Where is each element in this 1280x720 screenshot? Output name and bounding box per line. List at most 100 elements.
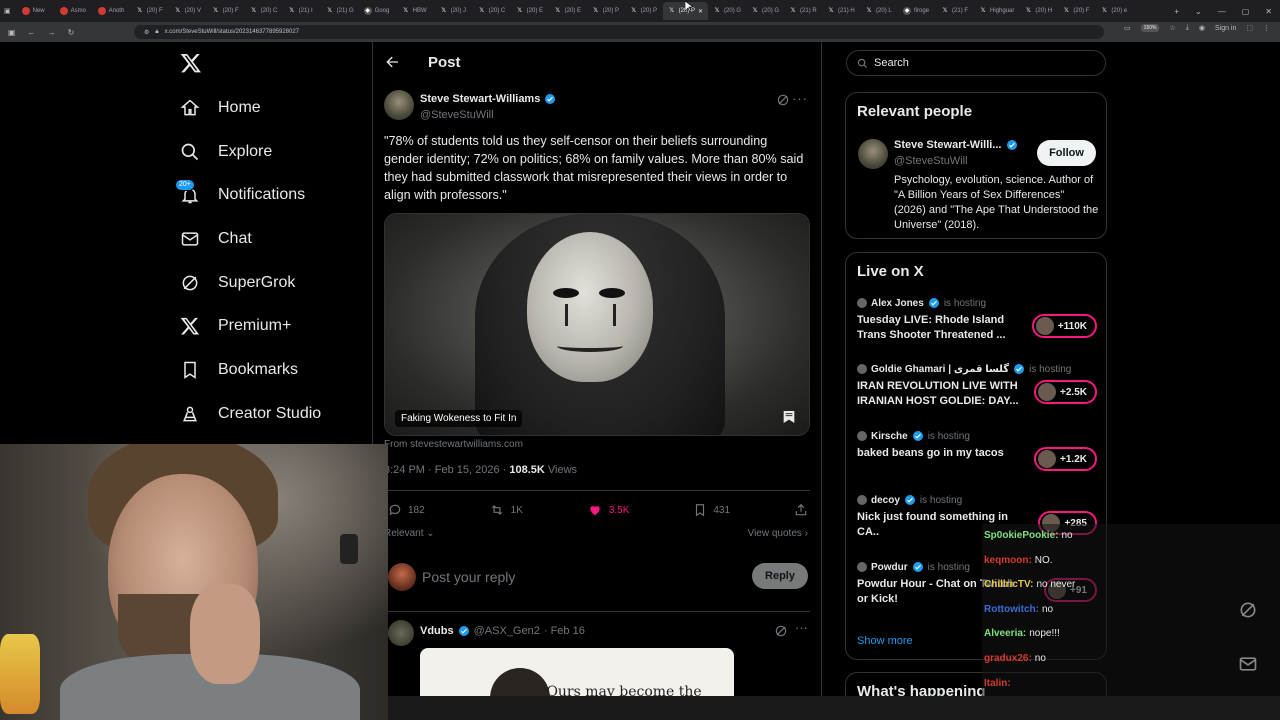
search-input[interactable]: Search bbox=[846, 50, 1106, 76]
browser-tab[interactable]: 𝕏 (20) H bbox=[1019, 2, 1057, 20]
new-tab-button[interactable]: + bbox=[1174, 7, 1179, 16]
browser-tab[interactable]: Anoth bbox=[93, 2, 131, 20]
mail-icon[interactable] bbox=[1238, 654, 1258, 674]
browser-tab[interactable]: 𝕏 (21) G bbox=[321, 2, 359, 20]
minimize-button[interactable]: — bbox=[1218, 7, 1226, 16]
browser-tab[interactable]: 𝕏 (20) E bbox=[549, 2, 587, 20]
browser-tab[interactable]: 𝕏 (20) C bbox=[473, 2, 511, 20]
relevant-person-avatar[interactable] bbox=[858, 139, 888, 169]
sidebar-toggle-icon[interactable]: ▣ bbox=[8, 28, 16, 37]
reply-tweet[interactable]: Vdubs @ASX_Gen2 · Feb 16 ··· bbox=[388, 620, 808, 650]
browser-tab[interactable]: ◆ firoge bbox=[898, 2, 936, 20]
show-more-link[interactable]: Show more bbox=[857, 635, 913, 647]
menu-icon[interactable]: ⋮ bbox=[1263, 24, 1270, 32]
listener-count-badge[interactable]: +2.5K bbox=[1034, 380, 1097, 404]
browser-tab[interactable]: 𝕏 (21) R bbox=[784, 2, 822, 20]
reply-author-row[interactable]: Vdubs @ASX_Gen2 · Feb 16 bbox=[420, 625, 585, 637]
nav-item-supergrok[interactable]: SuperGrok bbox=[178, 261, 321, 305]
live-host-name[interactable]: Goldie Ghamari | گلسا قمری bbox=[871, 364, 1009, 375]
grok-icon[interactable] bbox=[1238, 600, 1258, 620]
browser-tab[interactable]: 𝕏 (20) F bbox=[207, 2, 245, 20]
reload-icon[interactable]: ↻ bbox=[68, 28, 75, 37]
forward-icon[interactable]: → bbox=[48, 28, 56, 37]
live-item[interactable]: Alex Jones is hosting Tuesday LIVE: Rhode … bbox=[857, 297, 1097, 343]
browser-tab[interactable]: 𝕏 (20) e bbox=[1095, 2, 1133, 20]
relevant-person-handle[interactable]: @SteveStuWill bbox=[894, 155, 968, 167]
article-icon[interactable] bbox=[781, 409, 797, 425]
download-icon[interactable]: ⤓ bbox=[1186, 24, 1189, 32]
like-action[interactable]: 3.5K bbox=[587, 503, 629, 517]
address-bar[interactable]: ⚙ 🔒︎ x.com/SteveStuWill/status/202314637… bbox=[134, 25, 1104, 39]
browser-tab[interactable]: 𝕏 (21) F bbox=[936, 2, 974, 20]
cast-icon[interactable]: ▭ bbox=[1124, 24, 1131, 32]
browser-tab[interactable]: 𝕏 (20) F bbox=[131, 2, 169, 20]
close-tab-icon[interactable]: ✕ bbox=[698, 8, 703, 15]
profile-icon[interactable]: ◉ bbox=[1199, 24, 1205, 32]
close-window-button[interactable]: ✕ bbox=[1265, 7, 1272, 16]
browser-tab[interactable]: 𝕏 (21) I bbox=[283, 2, 321, 20]
browser-tab[interactable]: 𝕏 Highguar bbox=[974, 2, 1019, 20]
browser-tab[interactable]: 𝕏 (20) F bbox=[1057, 2, 1095, 20]
browser-tab[interactable]: 𝕏 (20) G bbox=[746, 2, 784, 20]
x-logo-icon[interactable] bbox=[180, 52, 202, 74]
relevant-person-name-row[interactable]: Steve Stewart-Willi... bbox=[894, 139, 1018, 151]
signin-label[interactable]: Sign in bbox=[1215, 25, 1236, 32]
live-host-name[interactable]: Alex Jones bbox=[871, 298, 924, 309]
repost-action[interactable]: 1K bbox=[489, 503, 523, 517]
browser-tab[interactable]: 𝕏 (20) L bbox=[860, 2, 898, 20]
share-action[interactable] bbox=[794, 503, 808, 517]
grok-icon[interactable] bbox=[774, 624, 788, 638]
nav-item-creator-studio[interactable]: Creator Studio bbox=[178, 392, 321, 436]
follow-button[interactable]: Follow bbox=[1037, 140, 1096, 166]
nav-item-notifications[interactable]: 20+ Notifications bbox=[175, 173, 321, 217]
maximize-button[interactable]: ▢ bbox=[1242, 7, 1250, 16]
author-name[interactable]: Steve Stewart-Williams bbox=[420, 93, 540, 105]
tab-actions-icon[interactable]: ▣ bbox=[4, 7, 11, 15]
reply-media-card[interactable]: "Ours may become the bbox=[420, 648, 734, 696]
nav-item-premium[interactable]: Premium+ bbox=[178, 304, 321, 348]
reply-input[interactable]: Post your reply bbox=[422, 569, 515, 585]
live-item[interactable]: Goldie Ghamari | گلسا قمری is hosting IRAN… bbox=[857, 363, 1097, 409]
browser-tab[interactable]: ◆ Goog bbox=[359, 2, 397, 20]
sort-dropdown[interactable]: Relevant ⌄ bbox=[384, 528, 435, 539]
browser-tab[interactable]: 𝕏 (20) J bbox=[435, 2, 473, 20]
author-name-row[interactable]: Steve Stewart-Williams bbox=[420, 93, 556, 105]
nav-item-explore[interactable]: Explore bbox=[178, 130, 321, 174]
browser-tab[interactable]: 𝕏 (20) P bbox=[625, 2, 663, 20]
browser-tab[interactable]: 𝕏 (20) E bbox=[511, 2, 549, 20]
author-handle[interactable]: @SteveStuWill bbox=[420, 109, 494, 121]
live-host-name[interactable]: decoy bbox=[871, 495, 900, 506]
star-icon[interactable]: ☆ bbox=[1169, 24, 1175, 32]
nav-item-bookmarks[interactable]: Bookmarks bbox=[178, 348, 321, 392]
relevant-person-name[interactable]: Steve Stewart-Willi... bbox=[894, 139, 1002, 151]
reply-author-avatar[interactable] bbox=[388, 620, 414, 646]
post-media[interactable]: Faking Wokeness to Fit In bbox=[384, 213, 810, 436]
browser-tab[interactable]: 𝕏 (20) V bbox=[169, 2, 207, 20]
zoom-badge[interactable]: 150% bbox=[1140, 24, 1160, 32]
more-options-icon[interactable]: ··· bbox=[795, 620, 808, 635]
link-source[interactable]: From stevestewartwilliams.com bbox=[384, 439, 523, 450]
view-quotes-link[interactable]: View quotes › bbox=[748, 528, 808, 539]
browser-tab[interactable]: 𝕏 (20) C bbox=[245, 2, 283, 20]
live-item[interactable]: Kirsche is hosting baked beans go in my ta… bbox=[857, 430, 1097, 471]
live-host-name[interactable]: Powdur bbox=[871, 562, 908, 573]
back-icon[interactable]: ← bbox=[28, 28, 36, 37]
site-info-icon[interactable]: ⚙ bbox=[144, 29, 149, 36]
more-options-icon[interactable]: ··· bbox=[792, 91, 808, 106]
listener-count-badge[interactable]: +1.2K bbox=[1034, 447, 1097, 471]
tab-list-icon[interactable]: ⌄ bbox=[1195, 7, 1202, 16]
back-arrow-icon[interactable] bbox=[384, 54, 400, 70]
reply-action[interactable]: 182 bbox=[388, 503, 425, 517]
nav-item-home[interactable]: Home bbox=[178, 86, 321, 130]
browser-tab[interactable]: 𝕏 (20) P bbox=[587, 2, 625, 20]
post-timestamp[interactable]: 3:24 PM · Feb 15, 2026 · bbox=[384, 464, 509, 476]
extensions-icon[interactable]: ⬚ bbox=[1246, 24, 1253, 32]
live-host-name[interactable]: Kirsche bbox=[871, 431, 908, 442]
browser-tab[interactable]: 𝕏 (21) H bbox=[822, 2, 860, 20]
reply-author-name[interactable]: Vdubs bbox=[420, 625, 454, 637]
browser-tab[interactable]: 𝕏 HBW bbox=[397, 2, 435, 20]
listener-count-badge[interactable]: +110K bbox=[1031, 314, 1097, 338]
grok-icon[interactable] bbox=[776, 93, 790, 107]
browser-tab[interactable]: New bbox=[17, 2, 55, 20]
nav-item-chat[interactable]: Chat bbox=[178, 217, 321, 261]
